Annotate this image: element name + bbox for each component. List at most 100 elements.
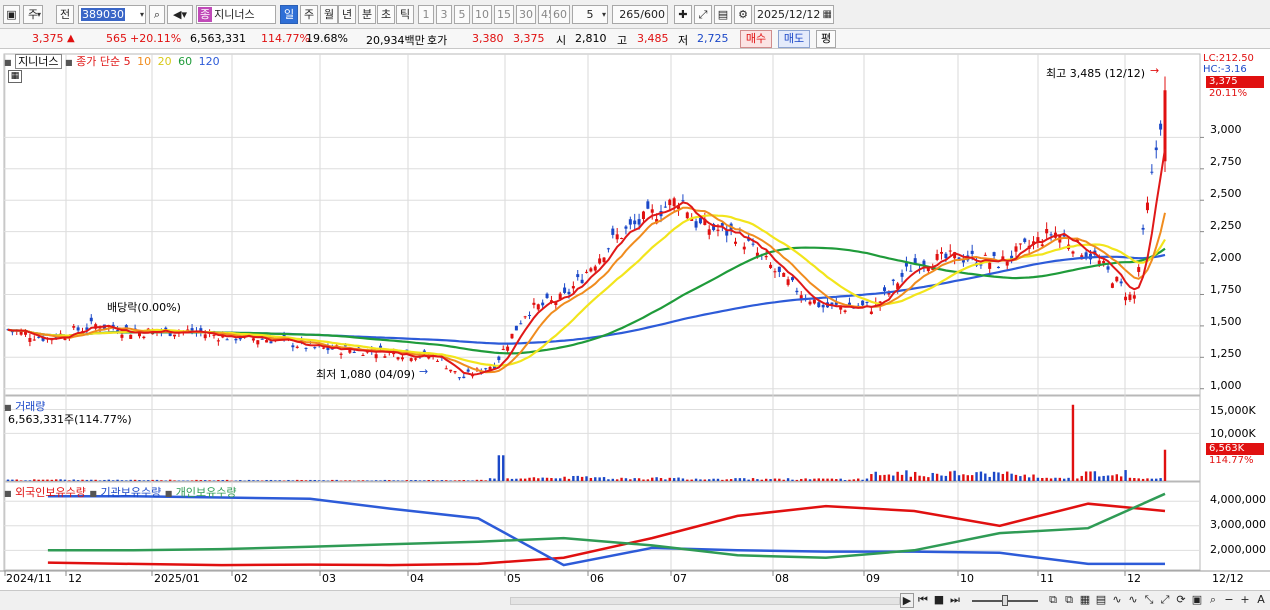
interval-3-button[interactable]: 3 [436, 5, 452, 24]
bar-count-field[interactable]: 265/600 [612, 5, 668, 24]
period-day-button[interactable]: 일 [280, 5, 298, 24]
count-select[interactable]: 5 ▾ [572, 5, 608, 24]
play-icon[interactable]: ▶ [900, 593, 914, 608]
volume-bar [234, 480, 238, 481]
crosshair-icon[interactable]: ✚ [674, 5, 692, 24]
candle-body [501, 348, 505, 350]
candle-body [313, 347, 317, 349]
volume-bar [462, 479, 465, 481]
bar-count-value: 265 [619, 8, 641, 21]
search-icon[interactable]: ⌕ [149, 5, 165, 24]
window-icon[interactable]: ⧉ [1046, 593, 1060, 608]
candle-body [983, 254, 987, 256]
ma10-legend[interactable]: 10 [137, 55, 151, 68]
grid-icon[interactable]: ▦ [1078, 593, 1092, 608]
volume-bar [331, 479, 334, 481]
candle-body [361, 354, 365, 356]
ma120-legend[interactable]: 120 [199, 55, 220, 68]
volume-bar [927, 477, 930, 481]
volume-bar [633, 478, 636, 481]
volume-bar [615, 479, 619, 481]
volume-bar [997, 472, 1000, 481]
candle-body [265, 340, 269, 343]
type-select[interactable]: 주 ▾ [23, 5, 43, 24]
interval-15-button[interactable]: 15 [494, 5, 514, 24]
date-input[interactable]: 2025/12/12 ▦ [754, 5, 834, 24]
sell-button[interactable]: 매도 [778, 30, 810, 48]
fork-icon[interactable]: ⤡ [1142, 593, 1156, 608]
period-month-button[interactable]: 월 [320, 5, 338, 24]
interval-1-button[interactable]: 1 [418, 5, 434, 24]
interval-5-button[interactable]: 5 [454, 5, 470, 24]
stock-code-input[interactable]: 389030 ▾ [78, 5, 146, 24]
volume-bar [1137, 478, 1140, 481]
rewind-icon[interactable]: ⏮ [916, 593, 930, 608]
avg-button[interactable]: 평 [816, 30, 836, 48]
candle-body [1005, 261, 1009, 266]
scroll-track[interactable] [510, 597, 900, 605]
image-icon[interactable]: ▣ [1190, 593, 1204, 608]
candle-body [585, 271, 588, 273]
chart-area[interactable]: ■ 지니너스 ■ 종가 단순 5 10 20 60 120 ▦ LC:212.5… [0, 50, 1270, 590]
interval-60-button[interactable]: 60 [550, 5, 570, 24]
period-year-button[interactable]: 년 [338, 5, 356, 24]
ma5-legend[interactable]: 5 [124, 55, 131, 68]
volume-bar [287, 479, 290, 481]
candle-body [1102, 261, 1106, 264]
prev-button[interactable]: 전 [56, 5, 74, 24]
foreign-holdings-legend[interactable]: 외국인보유수량 [15, 486, 86, 499]
forward-icon[interactable]: ⏭ [948, 593, 962, 608]
individual-holdings-legend[interactable]: 개인보유수량 [176, 486, 237, 499]
save-icon[interactable]: ▤ [714, 5, 732, 24]
sync-icon[interactable]: ⟳ [1174, 593, 1188, 608]
wave-icon[interactable]: ∿ [1110, 593, 1124, 608]
zoom-out-icon[interactable]: − [1222, 593, 1236, 608]
volume-bar [1111, 475, 1114, 481]
font-size-icon[interactable]: A [1254, 593, 1268, 608]
period-second-button[interactable]: 초 [377, 5, 395, 24]
layout-icon[interactable]: ▣ [3, 5, 20, 24]
institution-holdings-legend[interactable]: 기관보유수량 [100, 486, 161, 499]
speaker-icon[interactable]: ◀▾ [167, 5, 193, 24]
tool-icon[interactable]: ⤢ [1158, 593, 1172, 608]
volume-bar [651, 477, 654, 481]
volume-bar [532, 477, 536, 481]
stop-icon[interactable]: ■ [932, 593, 946, 608]
table-toggle-icon[interactable]: ▦ [8, 70, 22, 83]
stock-name-field[interactable]: 종 지니너스 [196, 5, 276, 24]
period-week-button[interactable]: 주 [300, 5, 318, 24]
zoom-slider-handle[interactable] [1002, 595, 1008, 606]
gear-icon[interactable]: ⚙ [734, 5, 752, 24]
stock-name-legend[interactable]: 지니너스 [15, 54, 62, 69]
interval-10-button[interactable]: 10 [472, 5, 492, 24]
candle-body [304, 347, 308, 349]
y-tick-label: 1,750 [1210, 283, 1242, 296]
tile-icon[interactable]: ▤ [1094, 593, 1108, 608]
bid-price-1: 3,380 [472, 32, 504, 45]
volume-bar [585, 476, 588, 481]
copy-icon[interactable]: ⧉ [1062, 593, 1076, 608]
zoom-in-icon[interactable]: + [1238, 593, 1252, 608]
period-minute-button[interactable]: 분 [358, 5, 376, 24]
zoom-search-icon[interactable]: ⌕ [1206, 593, 1220, 608]
volume-bar [440, 480, 444, 481]
interval-30-button[interactable]: 30 [516, 5, 536, 24]
compare-icon[interactable]: ⤢ [694, 5, 712, 24]
candle-body [379, 345, 383, 348]
volume-bar [694, 478, 698, 481]
buy-button[interactable]: 매수 [740, 30, 772, 48]
volume-bar [541, 477, 544, 481]
candle-body [1115, 276, 1119, 282]
ma20-legend[interactable]: 20 [158, 55, 172, 68]
volume-bar [247, 479, 251, 481]
ma60-legend[interactable]: 60 [178, 55, 192, 68]
candle-body [532, 302, 536, 305]
y-tick-label: 2,500 [1210, 187, 1242, 200]
chart-canvas[interactable] [0, 50, 1270, 590]
volume-bar [103, 479, 106, 481]
candle-body [808, 301, 812, 305]
period-year-label: 년 [341, 8, 353, 21]
volume-bar [1036, 477, 1040, 481]
pattern-icon[interactable]: ∿ [1126, 593, 1140, 608]
period-tick-button[interactable]: 틱 [396, 5, 414, 24]
